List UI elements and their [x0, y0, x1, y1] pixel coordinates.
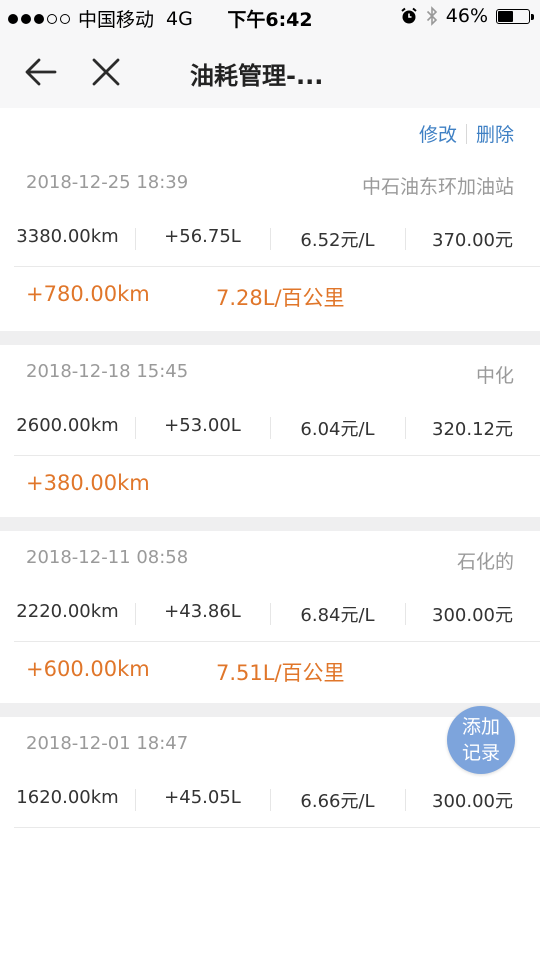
- nav-bar: 油耗管理-...: [0, 34, 540, 108]
- record-odometer: 2220.00km: [16, 601, 119, 622]
- add-record-button[interactable]: 添加 记录: [447, 706, 515, 774]
- record-price: 6.84元/L: [300, 605, 375, 626]
- fuel-record[interactable]: 2018-12-25 18:39 中石油东环加油站 3380.00km +56.…: [0, 156, 540, 327]
- record-distance: +600.00km: [26, 657, 150, 681]
- back-arrow-icon[interactable]: [22, 52, 62, 92]
- fuel-record[interactable]: 2018-12-11 08:58 石化的 2220.00km +43.86L 6…: [0, 531, 540, 702]
- record-distance: +780.00km: [26, 282, 150, 306]
- record-datetime: 2018-12-01 18:47: [26, 733, 189, 754]
- record-actions: 修改 删除: [419, 120, 514, 147]
- record-odometer: 3380.00km: [16, 226, 119, 247]
- section-gap: [0, 517, 540, 531]
- divider: [465, 123, 467, 144]
- battery-icon: [496, 8, 534, 24]
- close-icon[interactable]: [88, 52, 124, 92]
- record-station: 中化: [475, 365, 514, 387]
- record-price: 6.04元/L: [300, 419, 375, 440]
- record-station: 石化的: [456, 551, 514, 573]
- record-consumption: 7.28L/百公里: [216, 286, 345, 310]
- record-distance: +380.00km: [26, 471, 150, 495]
- record-amount: 300.00元: [432, 791, 513, 812]
- status-right: 46%: [400, 5, 534, 27]
- record-datetime: 2018-12-25 18:39: [26, 172, 189, 193]
- add-record-label-line2: 记录: [461, 742, 500, 764]
- record-amount: 370.00元: [432, 230, 513, 251]
- record-fuel: +45.05L: [164, 787, 241, 808]
- record-amount: 320.12元: [432, 419, 513, 440]
- delete-button[interactable]: 删除: [476, 120, 514, 147]
- record-price: 6.52元/L: [300, 230, 375, 251]
- record-price: 6.66元/L: [300, 791, 375, 812]
- record-fuel: +43.86L: [164, 601, 241, 622]
- battery-percent: 46%: [445, 5, 488, 27]
- record-datetime: 2018-12-18 15:45: [26, 361, 189, 382]
- divider: [14, 827, 540, 828]
- status-bar: 中国移动 4G 下午6:42 46%: [0, 0, 540, 34]
- record-station: 中石油东环加油站: [361, 176, 514, 198]
- fuel-record[interactable]: 2018-12-18 15:45 中化 2600.00km +53.00L 6.…: [0, 345, 540, 516]
- record-fuel: +53.00L: [164, 415, 241, 436]
- edit-button[interactable]: 修改: [419, 120, 457, 147]
- record-amount: 300.00元: [432, 605, 513, 626]
- add-record-label-line1: 添加: [461, 716, 500, 738]
- alarm-clock-icon: [401, 7, 417, 24]
- record-datetime: 2018-12-11 08:58: [26, 547, 189, 568]
- record-consumption: 7.51L/百公里: [216, 661, 345, 685]
- section-gap: [0, 331, 540, 345]
- record-fuel: +56.75L: [164, 226, 241, 247]
- record-odometer: 1620.00km: [16, 787, 119, 808]
- record-odometer: 2600.00km: [16, 415, 119, 436]
- bluetooth-icon: [426, 6, 437, 26]
- page-title: 油耗管理-...: [190, 62, 324, 90]
